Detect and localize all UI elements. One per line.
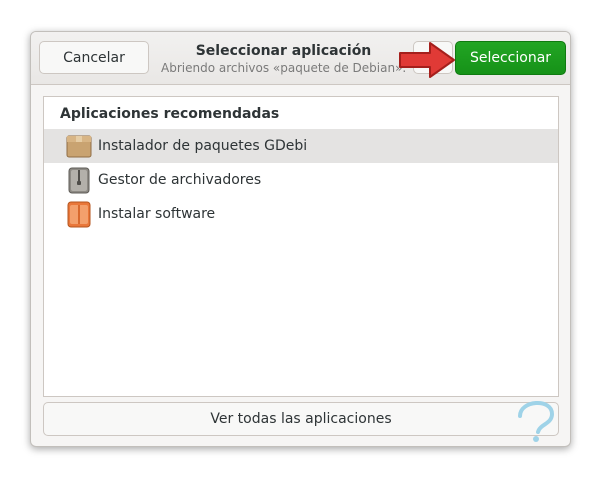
list-item-label: Instalador de paquetes GDebi	[98, 138, 308, 154]
archive-manager-icon	[68, 167, 90, 194]
dialog-subtitle: Abriendo archivos «paquete de Debian».	[161, 61, 407, 75]
recommended-apps-list: Aplicaciones recomendadas Instalador de …	[43, 96, 559, 397]
cancel-button[interactable]: Cancelar	[39, 41, 149, 74]
software-install-icon	[67, 201, 91, 228]
list-item-label: Instalar software	[98, 206, 216, 222]
list-item-archive-manager[interactable]: Gestor de archivadores	[44, 163, 558, 197]
list-item-gdebi[interactable]: Instalador de paquetes GDebi	[44, 129, 558, 163]
view-all-apps-button[interactable]: Ver todas las aplicaciones	[43, 402, 559, 436]
list-item-label: Gestor de archivadores	[98, 172, 262, 188]
app-chooser-dialog: Cancelar Seleccionar aplicación Abriendo…	[30, 31, 571, 447]
dialog-title-block: Seleccionar aplicación Abriendo archivos…	[161, 42, 406, 76]
section-header: Aplicaciones recomendadas	[60, 106, 280, 122]
package-box-icon	[66, 135, 92, 158]
header-bar: Cancelar Seleccionar aplicación Abriendo…	[31, 32, 570, 85]
dialog-title: Seleccionar aplicación	[195, 43, 372, 59]
watermark-logo	[518, 400, 555, 442]
red-arrow-annotation	[399, 42, 455, 78]
list-item-install-software[interactable]: Instalar software	[44, 197, 558, 231]
select-button[interactable]: Seleccionar	[455, 41, 566, 75]
